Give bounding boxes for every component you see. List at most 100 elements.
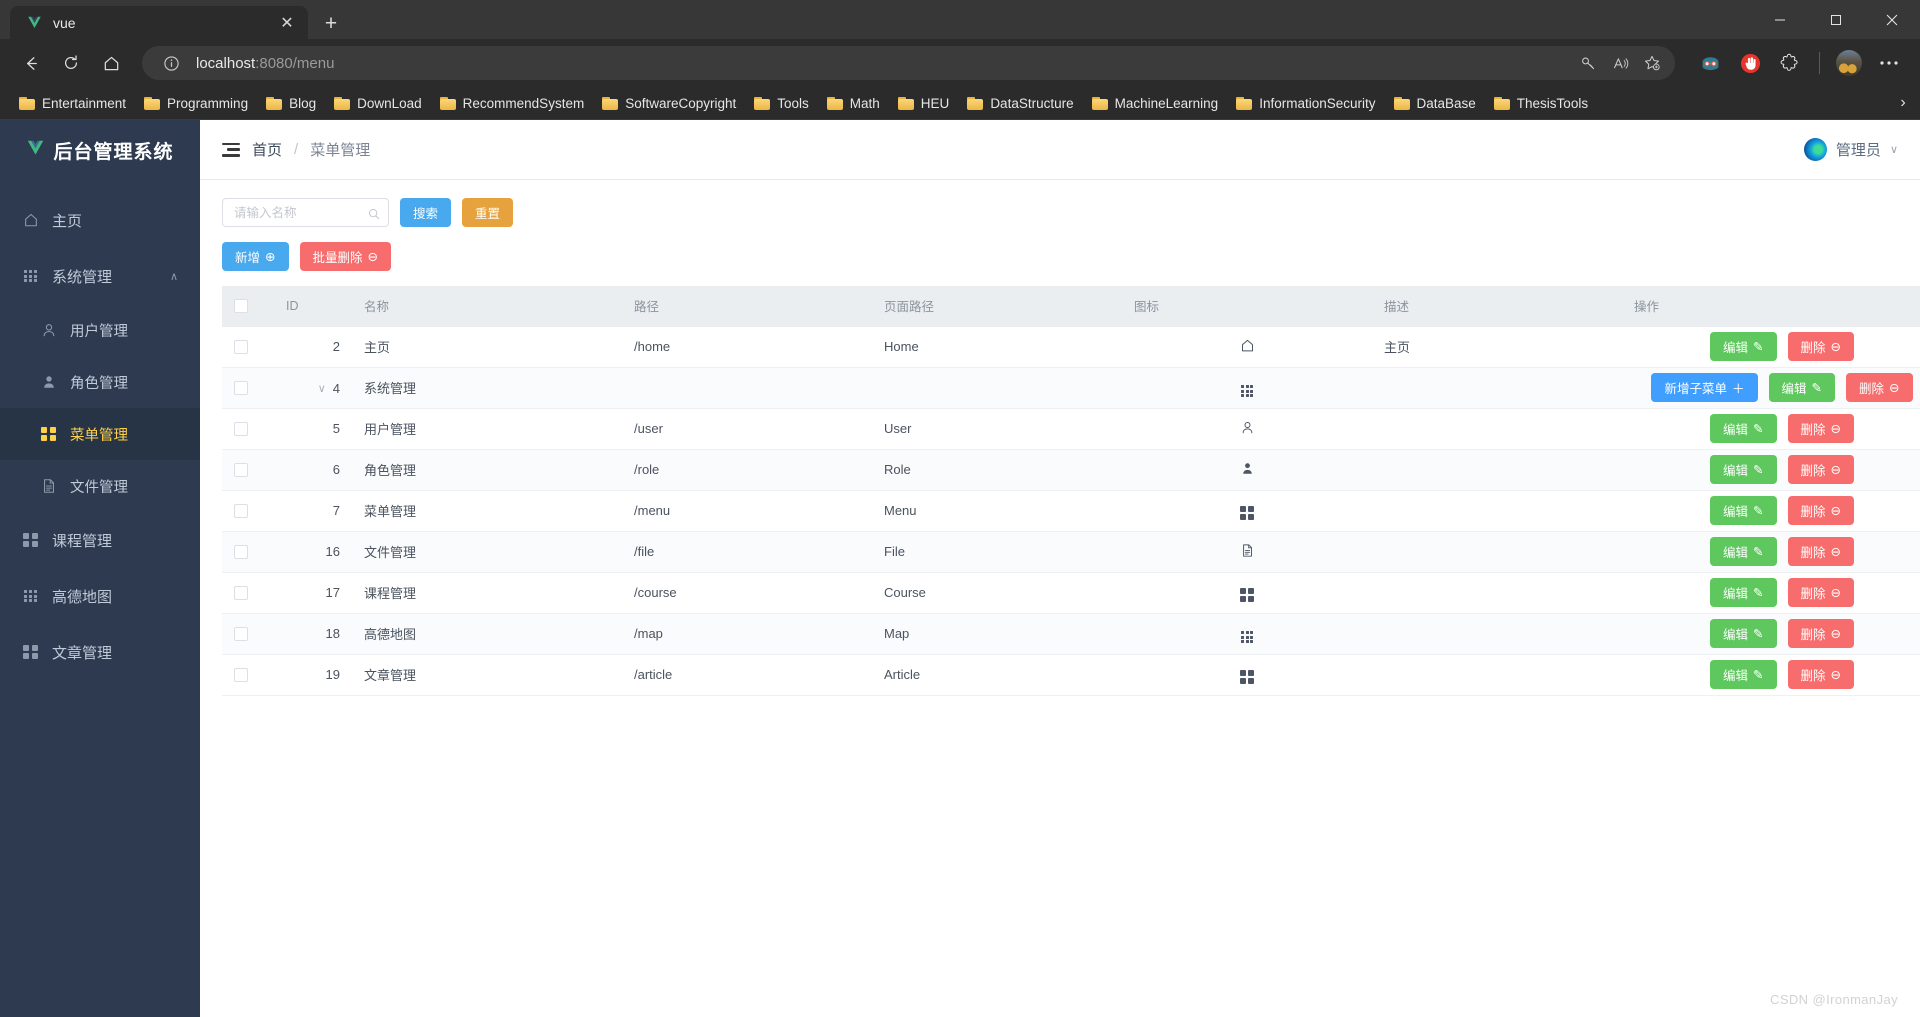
table-row[interactable]: 19 文章管理 /article Article 编辑 ✎ 删除 ⊖ xyxy=(222,654,1920,696)
new-tab-button[interactable]: + xyxy=(314,9,348,39)
row-checkbox[interactable] xyxy=(234,504,248,519)
batch-delete-button[interactable]: 批量删除 ⊖ xyxy=(299,242,391,271)
browser-tab[interactable]: vue ✕ xyxy=(10,6,308,39)
bookmark-item[interactable]: InformationSecurity xyxy=(1227,92,1384,115)
row-select-cell xyxy=(222,367,274,409)
sidebar-item-label: 课程管理 xyxy=(52,532,113,550)
search-button[interactable]: 搜索 xyxy=(400,198,452,227)
grid2-icon xyxy=(1239,669,1255,685)
sidebar-item-home[interactable]: 主页 xyxy=(0,192,200,248)
table-row[interactable]: 7 菜单管理 /menu Menu 编辑 ✎ 删除 ⊖ xyxy=(222,490,1920,532)
cell-operations: 新增子菜单 ＋ 编辑 ✎ 删除 ⊖ xyxy=(1622,367,1920,409)
bookmark-item[interactable]: Programming xyxy=(135,92,257,115)
bookmark-item[interactable]: Tools xyxy=(745,92,818,115)
address-bar[interactable]: localhost:8080/menu xyxy=(142,46,1675,80)
row-checkbox[interactable] xyxy=(234,463,248,478)
extensions-icon[interactable] xyxy=(1771,44,1809,82)
search-input[interactable] xyxy=(234,205,364,220)
table-row[interactable]: 2 主页 /home Home 主页 编辑 ✎ 删除 ⊖ xyxy=(222,326,1920,368)
delete-button[interactable]: 删除 ⊖ xyxy=(1787,660,1854,689)
sidebar-item-system[interactable]: 系统管理 ∧ xyxy=(0,248,200,304)
delete-button[interactable]: 删除 ⊖ xyxy=(1787,332,1854,361)
bookmark-item[interactable]: ThesisTools xyxy=(1485,92,1597,115)
user-menu[interactable]: 管理员 ∨ xyxy=(1803,138,1898,161)
table-row[interactable]: 16 文件管理 /file File 编辑 ✎ 删除 ⊖ xyxy=(222,531,1920,573)
edit-button[interactable]: 编辑 ✎ xyxy=(1710,414,1777,443)
ublock-icon[interactable] xyxy=(1731,44,1769,82)
expand-chevron-icon[interactable]: ∨ xyxy=(318,382,326,395)
bookmark-item[interactable]: DataBase xyxy=(1385,92,1485,115)
sidebar-item-file[interactable]: 文件管理 xyxy=(0,460,200,512)
sidebar-item-map[interactable]: 高德地图 xyxy=(0,568,200,624)
breadcrumb-root[interactable]: 首页 xyxy=(252,139,282,160)
row-checkbox[interactable] xyxy=(234,545,248,560)
folder-icon xyxy=(826,96,843,110)
edit-button[interactable]: 编辑 ✎ xyxy=(1710,660,1777,689)
select-all-checkbox[interactable] xyxy=(234,299,248,314)
bookmark-item[interactable]: Entertainment xyxy=(10,92,135,115)
sidebar-item-menu[interactable]: 菜单管理 xyxy=(0,408,200,460)
edit-button[interactable]: 编辑 ✎ xyxy=(1710,455,1777,484)
more-icon[interactable] xyxy=(1870,44,1908,82)
bookmark-item[interactable]: Blog xyxy=(257,92,325,115)
add-button[interactable]: 新增 ⊕ xyxy=(222,242,289,271)
close-icon[interactable]: ✕ xyxy=(276,12,298,34)
delete-button[interactable]: 删除 ⊖ xyxy=(1787,455,1854,484)
cell-path: /role xyxy=(622,449,872,491)
edit-button[interactable]: 编辑 ✎ xyxy=(1710,332,1777,361)
table-row[interactable]: 18 高德地图 /map Map 编辑 ✎ 删除 ⊖ xyxy=(222,613,1920,655)
table-row[interactable]: 5 用户管理 /user User 编辑 ✎ 删除 ⊖ xyxy=(222,408,1920,450)
bookmarks-overflow-icon[interactable]: › xyxy=(1890,90,1916,116)
read-aloud-icon[interactable] xyxy=(1605,48,1635,78)
maximize-icon[interactable] xyxy=(1808,0,1864,39)
edit-button[interactable]: 编辑 ✎ xyxy=(1768,373,1836,402)
bookmark-item[interactable]: MachineLearning xyxy=(1083,92,1228,115)
back-icon[interactable] xyxy=(12,44,50,82)
delete-button[interactable]: 删除 ⊖ xyxy=(1787,414,1854,443)
delete-button[interactable]: 删除 ⊖ xyxy=(1787,578,1854,607)
row-checkbox[interactable] xyxy=(234,422,248,437)
profile-avatar[interactable] xyxy=(1830,44,1868,82)
pencil-icon: ✎ xyxy=(1811,381,1823,395)
table-row[interactable]: ∨ 4 系统管理 新增子菜单 ＋ 编辑 ✎ 删除 ⊖ xyxy=(222,367,1920,409)
home-icon[interactable] xyxy=(92,44,130,82)
sidebar-item-article[interactable]: 文章管理 xyxy=(0,624,200,680)
edit-button[interactable]: 编辑 ✎ xyxy=(1710,578,1777,607)
reload-icon[interactable] xyxy=(52,44,90,82)
edit-button[interactable]: 编辑 ✎ xyxy=(1710,619,1777,648)
info-icon[interactable] xyxy=(156,48,186,78)
row-checkbox[interactable] xyxy=(234,381,248,396)
sidebar-item-course[interactable]: 课程管理 xyxy=(0,512,200,568)
bookmark-item[interactable]: SoftwareCopyright xyxy=(593,92,745,115)
row-checkbox[interactable] xyxy=(234,668,248,683)
search-input-wrap[interactable] xyxy=(222,198,389,227)
key-icon[interactable] xyxy=(1573,48,1603,78)
sidebar-item-role[interactable]: 角色管理 xyxy=(0,356,200,408)
reset-button[interactable]: 重置 xyxy=(462,198,514,227)
row-checkbox[interactable] xyxy=(234,586,248,601)
bookmark-item[interactable]: Math xyxy=(818,92,889,115)
add-submenu-button[interactable]: 新增子菜单 ＋ xyxy=(1651,373,1758,402)
table-row[interactable]: 6 角色管理 /role Role 编辑 ✎ 删除 ⊖ xyxy=(222,449,1920,491)
bookmark-item[interactable]: DataStructure xyxy=(958,92,1082,115)
window-close-icon[interactable] xyxy=(1864,0,1920,39)
delete-button[interactable]: 删除 ⊖ xyxy=(1787,496,1854,525)
bookmark-item[interactable]: RecommendSystem xyxy=(431,92,594,115)
row-checkbox[interactable] xyxy=(234,340,248,355)
bookmark-item[interactable]: HEU xyxy=(889,92,959,115)
delete-button[interactable]: 删除 ⊖ xyxy=(1787,537,1854,566)
table-row[interactable]: 17 课程管理 /course Course 编辑 ✎ 删除 ⊖ xyxy=(222,572,1920,614)
minimize-icon[interactable] xyxy=(1752,0,1808,39)
edit-button[interactable]: 编辑 ✎ xyxy=(1710,537,1777,566)
sidebar-item-user[interactable]: 用户管理 xyxy=(0,304,200,356)
hamburger-icon[interactable] xyxy=(222,142,240,157)
row-checkbox[interactable] xyxy=(234,627,248,642)
edit-button[interactable]: 编辑 ✎ xyxy=(1710,496,1777,525)
collections-icon[interactable] xyxy=(1691,44,1729,82)
delete-button[interactable]: 删除 ⊖ xyxy=(1787,619,1854,648)
home-icon xyxy=(22,212,39,229)
delete-button[interactable]: 删除 ⊖ xyxy=(1846,373,1913,402)
bookmark-item[interactable]: DownLoad xyxy=(325,92,431,115)
grid3-icon xyxy=(1239,629,1255,645)
add-favorite-icon[interactable] xyxy=(1637,48,1667,78)
